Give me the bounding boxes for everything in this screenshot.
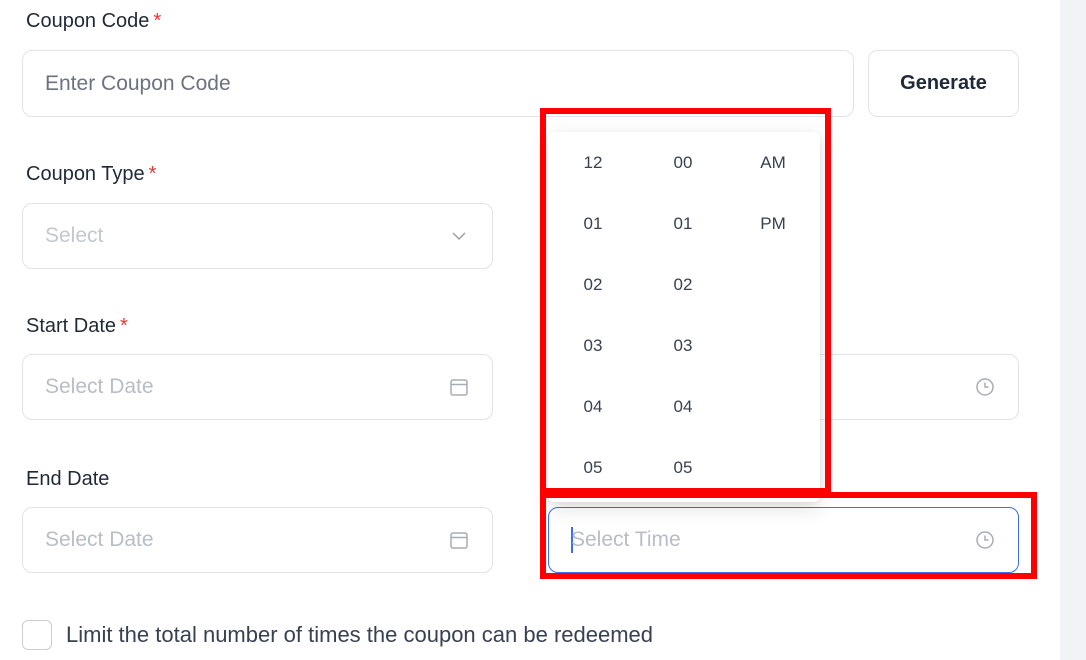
calendar-icon bbox=[448, 376, 470, 398]
start-date-input[interactable]: Select Date bbox=[22, 354, 493, 420]
start-date-placeholder: Select Date bbox=[45, 375, 154, 398]
highlight-box-dropdown bbox=[540, 108, 831, 494]
coupon-code-label: Coupon Code * bbox=[26, 10, 162, 32]
coupon-type-label: Coupon Type * bbox=[26, 163, 157, 185]
calendar-icon bbox=[448, 529, 470, 551]
end-date-placeholder: Select Date bbox=[45, 528, 154, 551]
generate-button[interactable]: Generate bbox=[868, 50, 1019, 117]
end-date-label: End Date bbox=[26, 468, 110, 490]
highlight-box-time-input bbox=[540, 492, 1037, 579]
end-date-input[interactable]: Select Date bbox=[22, 507, 493, 573]
start-date-label: Start Date * bbox=[26, 315, 128, 337]
limit-redemptions-checkbox[interactable] bbox=[22, 620, 52, 650]
coupon-code-placeholder: Enter Coupon Code bbox=[45, 71, 231, 95]
clock-icon bbox=[974, 376, 996, 398]
chevron-down-icon bbox=[448, 225, 470, 247]
side-panel bbox=[1060, 0, 1086, 660]
coupon-type-select[interactable]: Select bbox=[22, 203, 493, 269]
coupon-type-placeholder: Select bbox=[45, 224, 104, 247]
coupon-code-input[interactable]: Enter Coupon Code bbox=[22, 50, 854, 117]
limit-redemptions-label: Limit the total number of times the coup… bbox=[66, 622, 654, 647]
